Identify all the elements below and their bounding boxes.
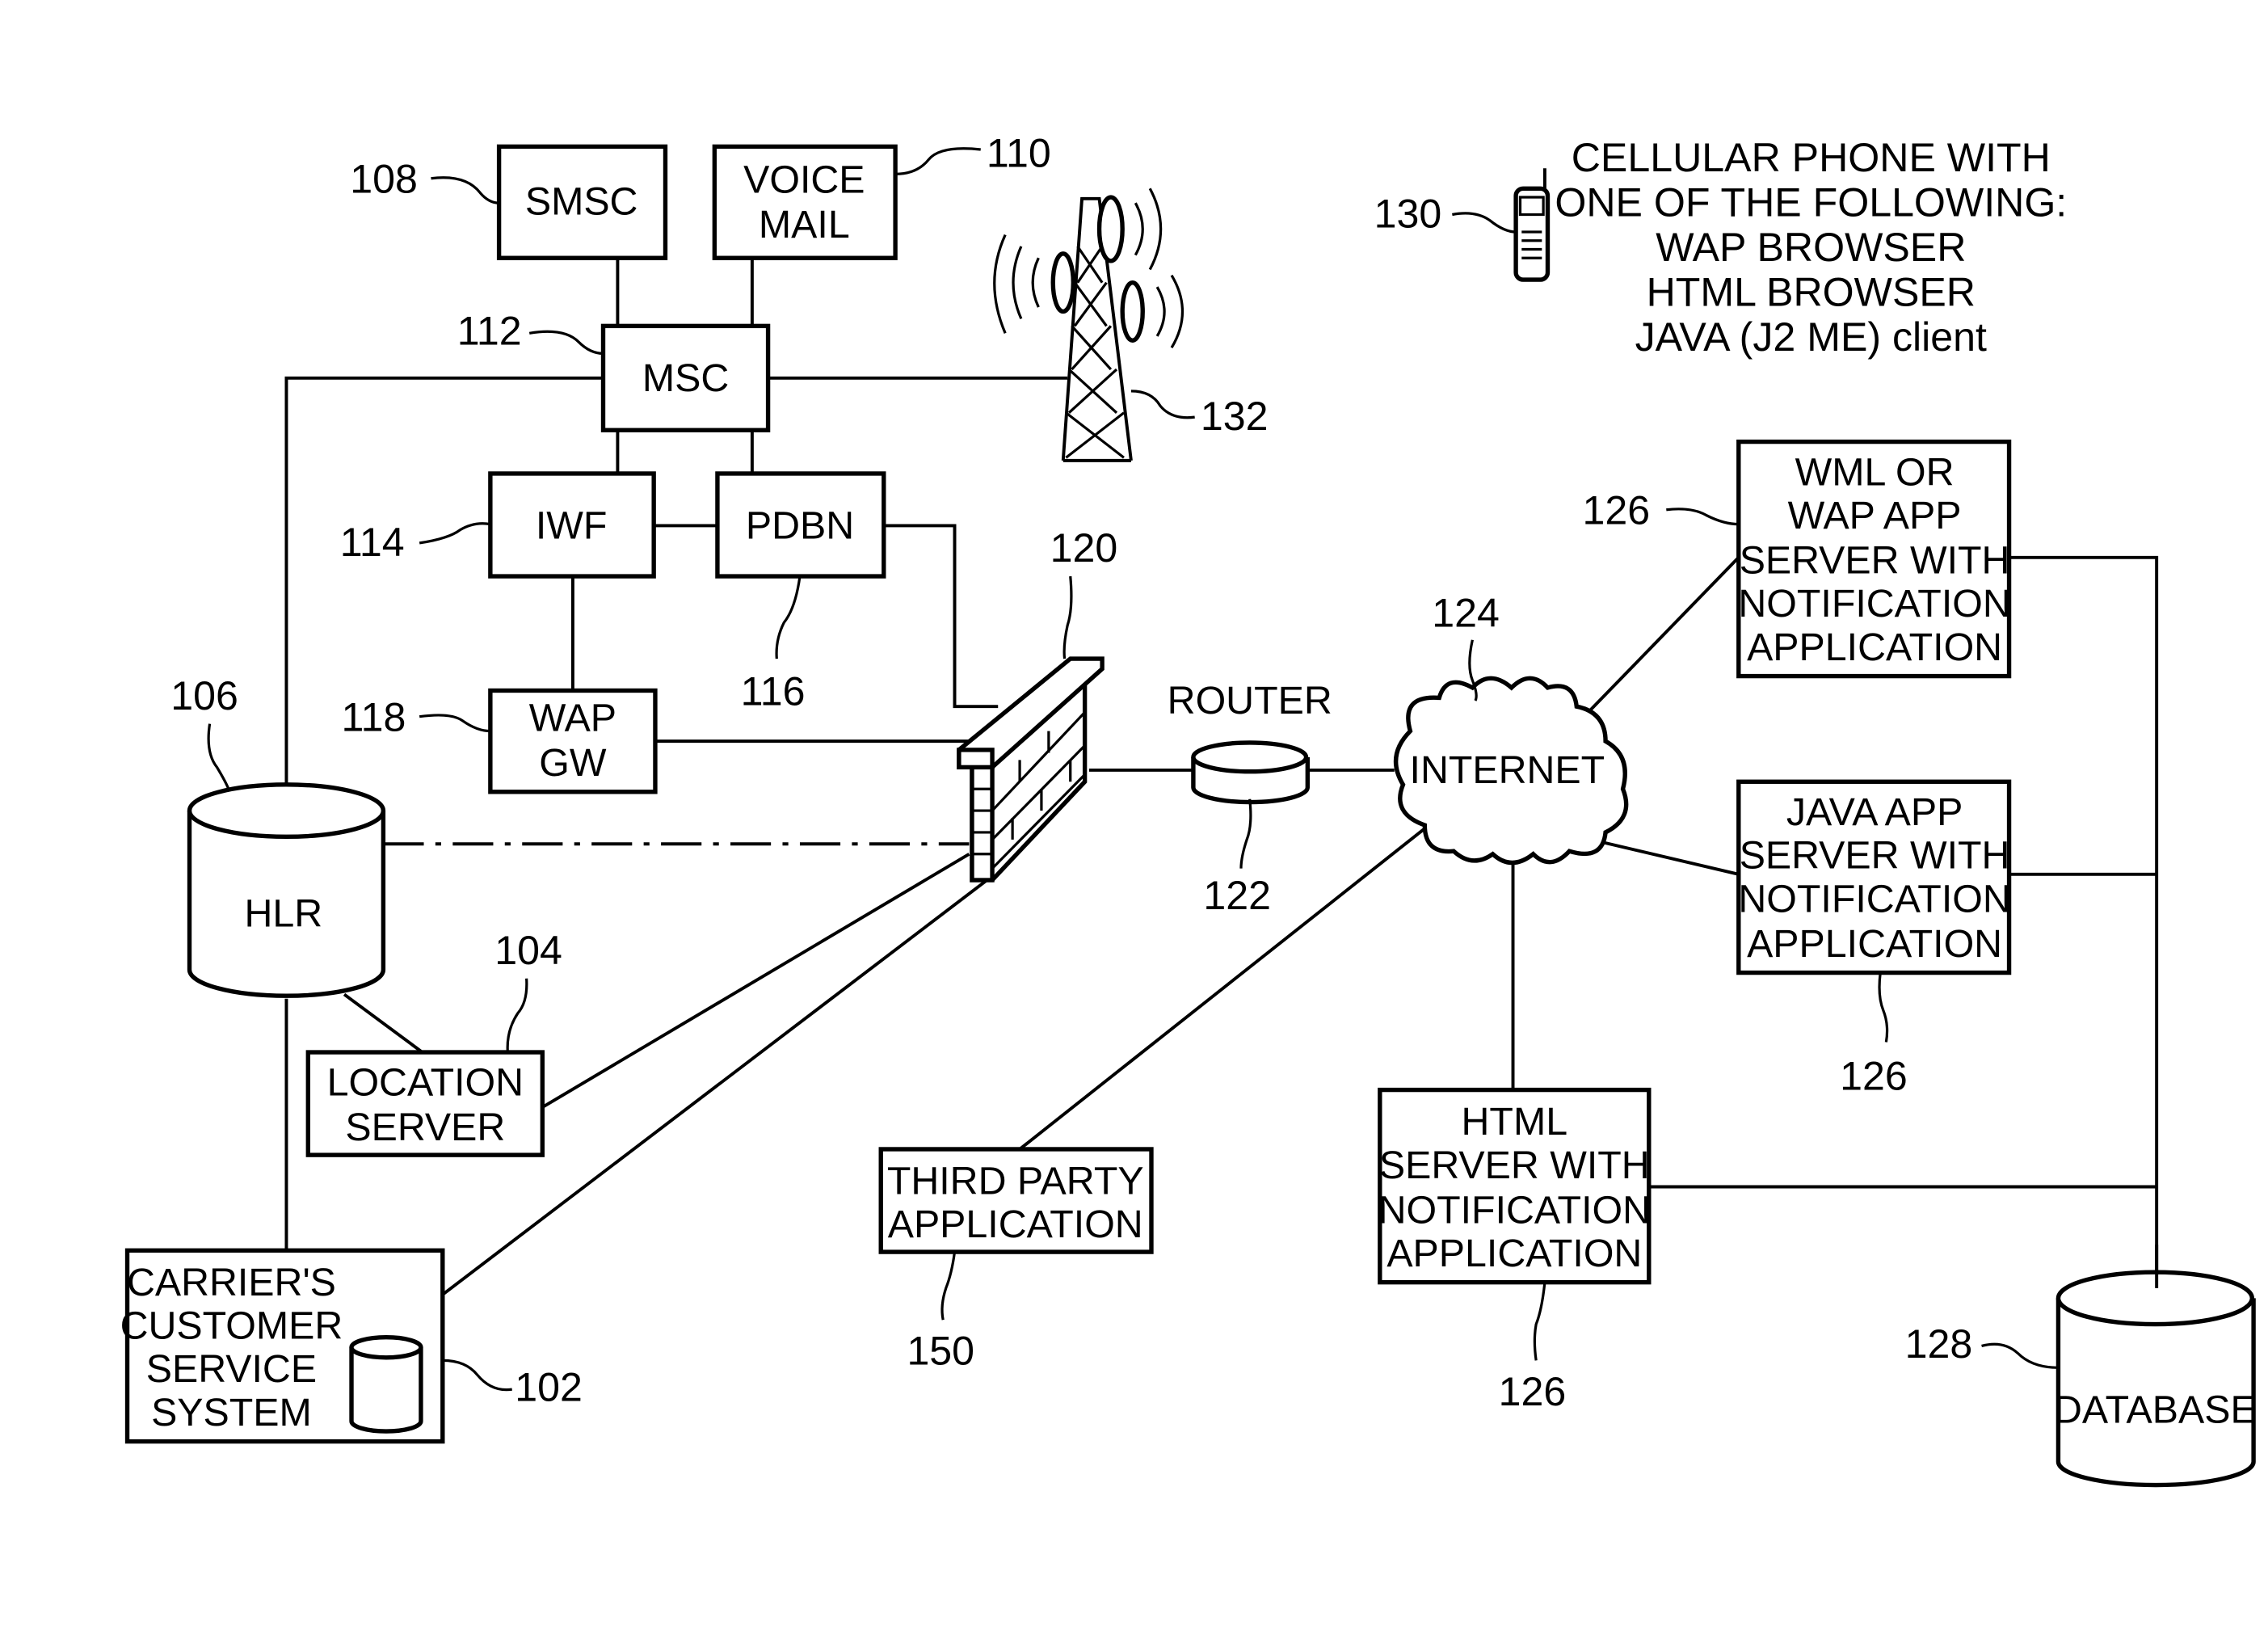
html-label-1: HTML (1462, 1100, 1568, 1144)
location-label-1: LOCATION (327, 1061, 524, 1105)
wml-label-5: APPLICATION (1747, 626, 2002, 669)
firewall-icon[interactable] (957, 656, 1105, 883)
database-label: DATABASE (2054, 1388, 2257, 1431)
smsc-label: SMSC (525, 180, 638, 224)
wml-label-2: WAP APP (1788, 494, 1962, 537)
html-server-node[interactable]: HTML SERVER WITH NOTIFICATION APPLICATIO… (1378, 1087, 1652, 1285)
location-server-node[interactable]: LOCATION SERVER (305, 1050, 545, 1157)
ref-108: 108 (350, 157, 418, 202)
hlr-label: HLR (245, 891, 323, 935)
phone-note-line-4: HTML BROWSER (1647, 269, 1976, 314)
phone-note-line-3: WAP BROWSER (1656, 225, 1966, 270)
java-label-3: NOTIFICATION (1738, 877, 2010, 921)
internet-label: INTERNET (1410, 748, 1605, 792)
pdbn-label: PDBN (746, 504, 854, 548)
voicemail-label-1: VOICE (743, 158, 865, 202)
ref-106: 106 (170, 673, 238, 718)
third-party-label-1: THIRD PARTY (887, 1159, 1144, 1203)
cell-tower-icon[interactable] (993, 187, 1184, 462)
ref-122: 122 (1203, 873, 1271, 918)
ref-130: 130 (1374, 192, 1442, 237)
link-pdbn-firewall (883, 524, 999, 709)
ref-120: 120 (1050, 525, 1118, 571)
pdbn-node[interactable]: PDBN (715, 471, 886, 579)
carrier-label-1: CARRIER'S (127, 1261, 336, 1304)
third-party-node[interactable]: THIRD PARTY APPLICATION (878, 1147, 1154, 1254)
third-party-label-2: APPLICATION (888, 1203, 1143, 1246)
hlr-node[interactable]: HLR (187, 782, 386, 998)
carrier-node[interactable]: CARRIER'S CUSTOMER SERVICE SYSTEM (120, 1248, 445, 1444)
link-hlr-location (343, 992, 423, 1054)
cellular-phone-icon[interactable] (1513, 168, 1551, 282)
java-label-4: APPLICATION (1747, 922, 2002, 966)
carrier-label-4: SYSTEM (151, 1391, 312, 1434)
html-label-4: APPLICATION (1386, 1232, 1642, 1275)
ref-124: 124 (1432, 591, 1500, 636)
link-wml-database (2010, 555, 2159, 1281)
phone-note: CELLULAR PHONE WITH ONE OF THE FOLLOWING… (1555, 135, 2067, 360)
network-diagram: SMSC VOICE MAIL MSC IWF PDBN WAP GW HLR … (120, 130, 2257, 1488)
database-node[interactable]: DATABASE (2054, 1245, 2257, 1488)
voicemail-label-2: MAIL (759, 203, 850, 246)
ref-132: 132 (1201, 394, 1269, 439)
html-label-2: SERVER WITH (1379, 1144, 1650, 1187)
ref-126-wml: 126 (1582, 488, 1650, 533)
phone-note-line-5: JAVA (J2 ME) client (1635, 314, 1987, 360)
java-label-1: JAVA APP (1786, 790, 1963, 834)
iwf-node[interactable]: IWF (488, 471, 656, 579)
ref-126-html: 126 (1499, 1369, 1567, 1414)
router-icon[interactable]: ROUTER (1168, 679, 1332, 805)
wapgw-label-2: GW (539, 741, 607, 785)
location-label-2: SERVER (345, 1106, 505, 1149)
phone-note-line-2: ONE OF THE FOLLOWING: (1555, 179, 2067, 225)
link-internet-java (1590, 837, 1740, 876)
phone-note-line-1: CELLULAR PHONE WITH (1572, 135, 2051, 180)
ref-114: 114 (340, 520, 405, 565)
link-internet-wml (1587, 556, 1740, 714)
ref-112: 112 (457, 309, 522, 354)
ref-126-java: 126 (1840, 1054, 1908, 1099)
carrier-label-2: CUSTOMER (120, 1304, 343, 1347)
wapgw-label-1: WAP (529, 697, 616, 740)
iwf-label: IWF (536, 504, 608, 548)
carrier-database-icon (349, 1335, 423, 1434)
voicemail-node[interactable]: VOICE MAIL (712, 144, 898, 260)
wml-server-node[interactable]: WML OR WAP APP SERVER WITH NOTIFICATION … (1736, 439, 2012, 679)
ref-102: 102 (515, 1364, 583, 1409)
ref-116: 116 (741, 668, 806, 714)
msc-node[interactable]: MSC (600, 323, 771, 432)
link-location-firewall (541, 853, 970, 1109)
java-server-node[interactable]: JAVA APP SERVER WITH NOTIFICATION APPLIC… (1736, 779, 2012, 975)
wml-label-3: SERVER WITH (1740, 538, 2010, 582)
java-label-2: SERVER WITH (1740, 834, 2010, 878)
internet-cloud[interactable]: INTERNET (1393, 676, 1629, 866)
ref-110: 110 (987, 130, 1051, 175)
router-label: ROUTER (1168, 679, 1332, 722)
wapgw-node[interactable]: WAP GW (488, 688, 658, 794)
ref-118: 118 (341, 695, 406, 740)
html-label-3: NOTIFICATION (1378, 1188, 1651, 1232)
wml-label-1: WML OR (1795, 450, 1955, 494)
ref-128: 128 (1905, 1321, 1973, 1367)
wml-label-4: NOTIFICATION (1738, 582, 2010, 626)
ref-150: 150 (907, 1329, 974, 1374)
ref-104: 104 (494, 928, 562, 973)
msc-label: MSC (642, 356, 729, 400)
smsc-node[interactable]: SMSC (496, 144, 668, 260)
carrier-label-3: SERVICE (146, 1347, 317, 1391)
